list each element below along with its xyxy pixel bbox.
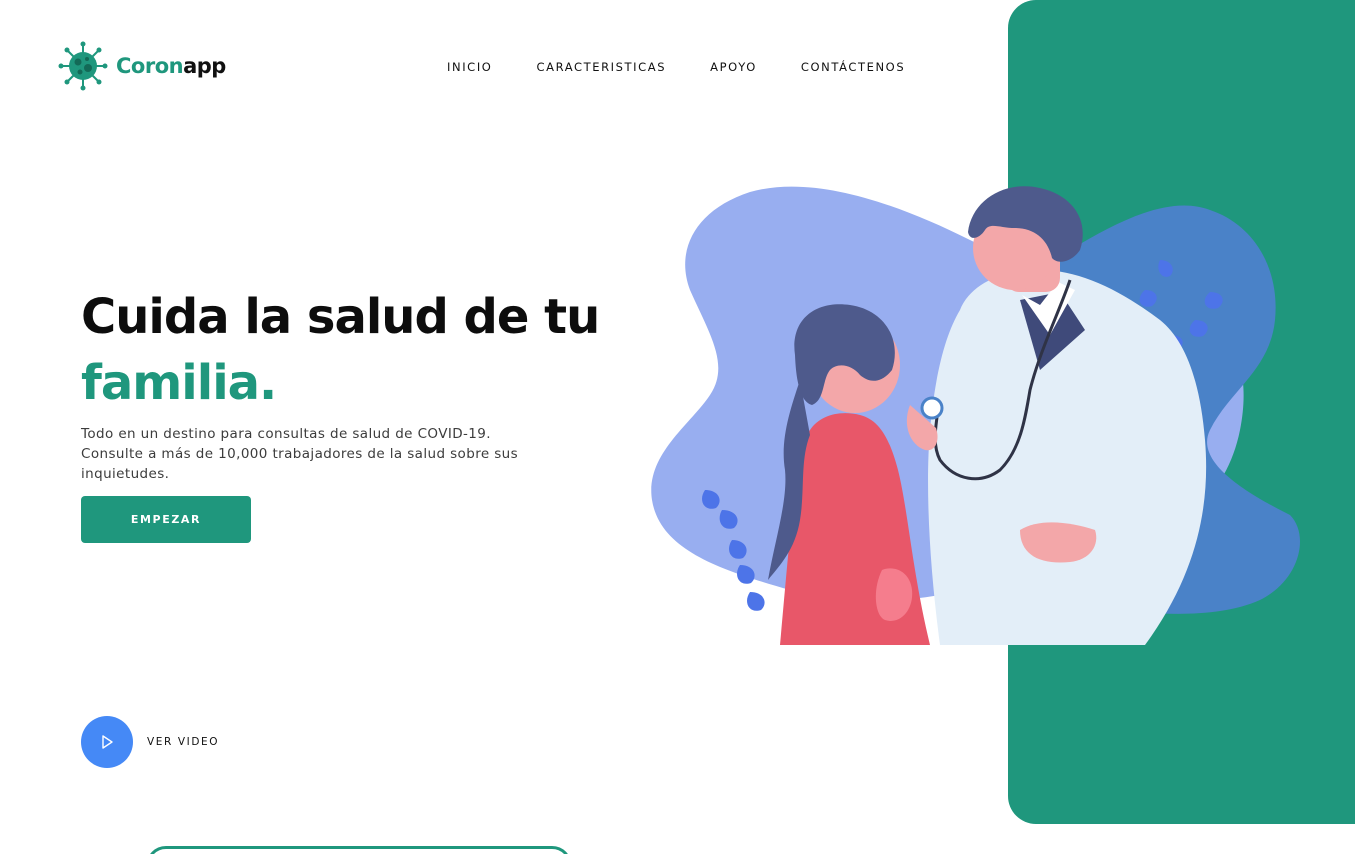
watch-video-button[interactable]: VER VIDEO [81,716,219,768]
brand-logo[interactable]: Coronapp [58,41,226,91]
hero-title-line1: Cuida la salud de tu [81,289,600,345]
hero-title-line2: familia. [81,355,277,411]
bottom-card-partial [146,846,572,854]
brand-name-part2: app [183,54,226,78]
doctor-child-illustration [651,186,1300,645]
nav-item-apoyo[interactable]: APOYO [710,60,757,74]
nav-item-inicio[interactable]: INICIO [447,60,492,74]
decorative-panel-corner-curve [1008,0,1068,60]
start-button[interactable]: EMPEZAR [81,496,251,543]
main-nav: INICIO CARACTERISTICAS APOYO CONTÁCTENOS [447,60,905,74]
hero-description: Todo en un destino para consultas de sal… [81,426,519,482]
brand-name-part1: Coron [116,54,184,78]
play-button[interactable] [81,716,133,768]
nav-item-contactenos[interactable]: CONTÁCTENOS [801,60,905,74]
virus-icon [58,41,108,91]
nav-item-caracteristicas[interactable]: CARACTERISTICAS [536,60,666,74]
watch-video-label: VER VIDEO [147,736,220,748]
play-icon [102,735,113,749]
brand-name: Coronapp [116,54,226,78]
hero-title: Cuida la salud de tu familia. [81,284,641,416]
